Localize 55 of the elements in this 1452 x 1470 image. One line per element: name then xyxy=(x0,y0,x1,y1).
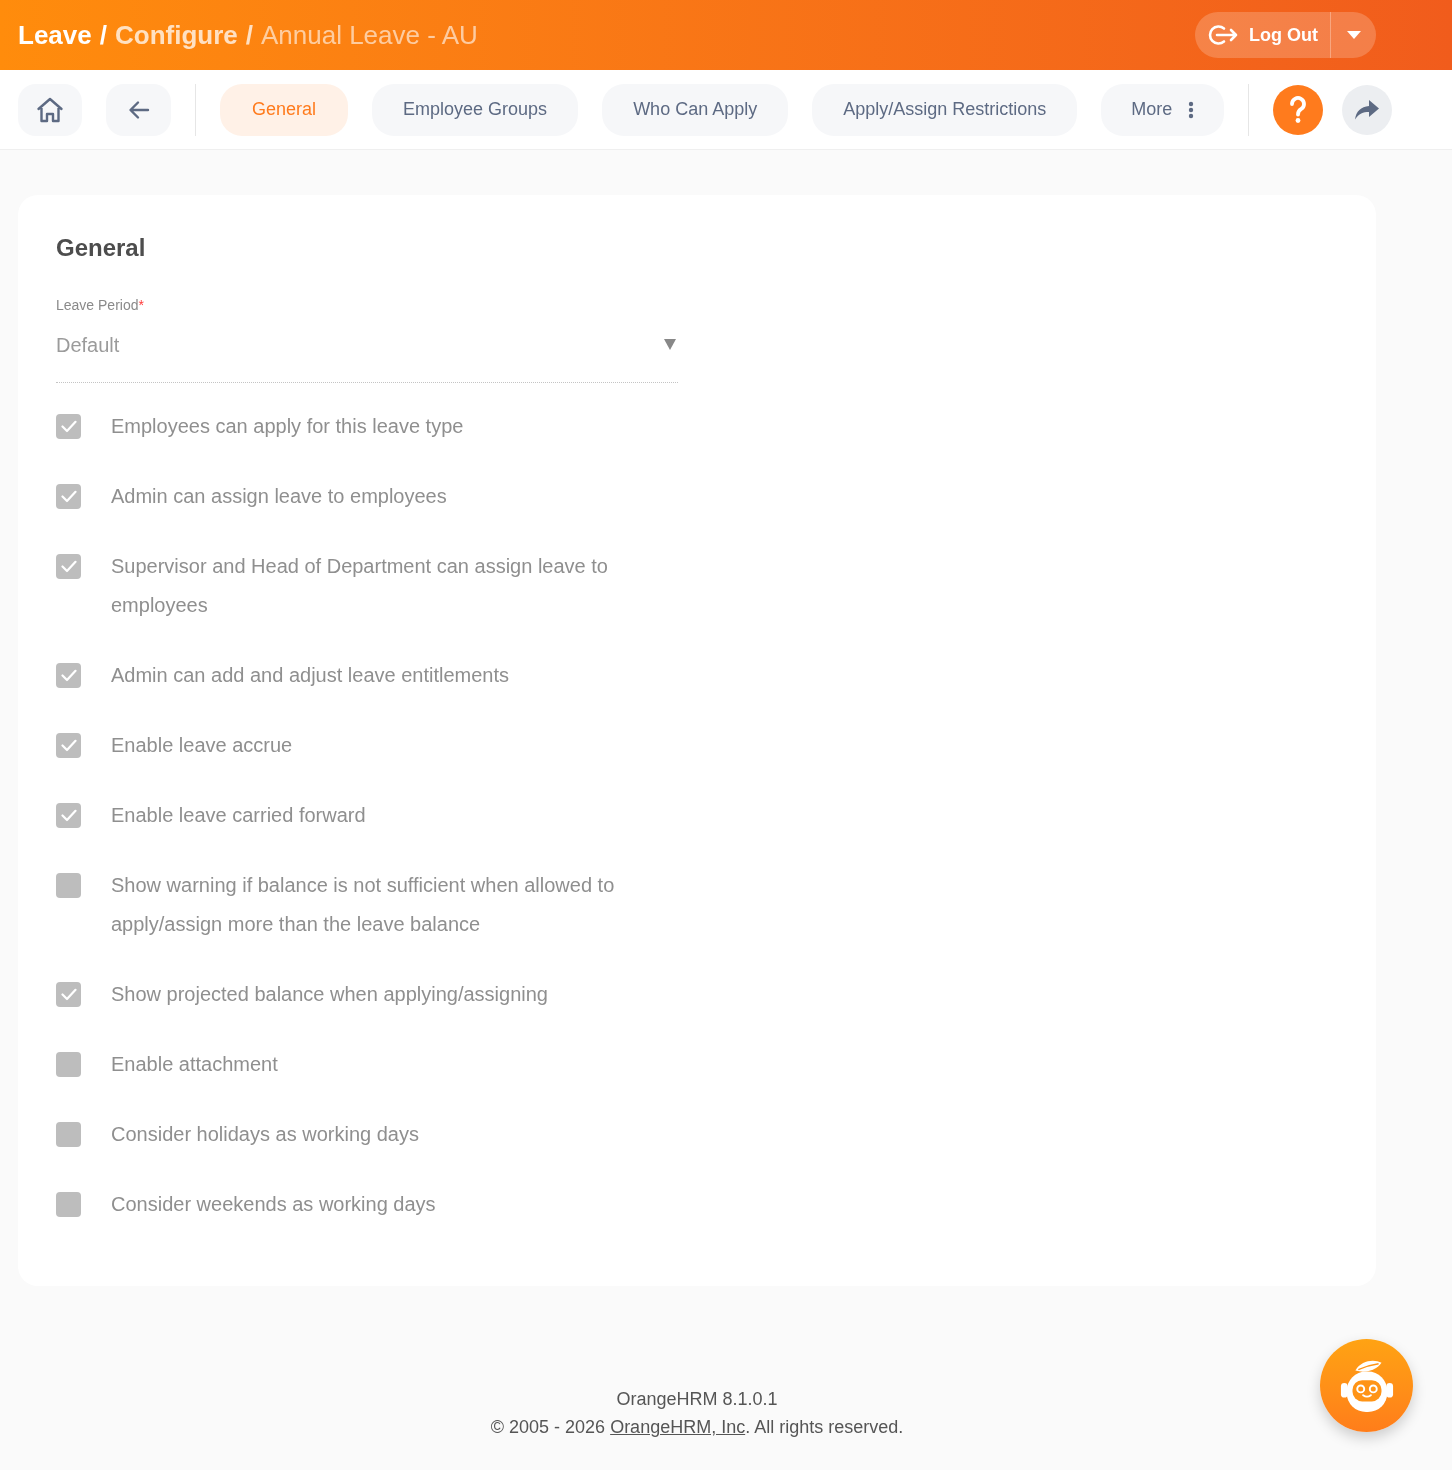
dropdown-arrow-icon xyxy=(664,339,676,350)
checkbox[interactable] xyxy=(56,663,81,688)
checkbox-label: Consider weekends as working days xyxy=(111,1192,436,1217)
more-button[interactable]: More xyxy=(1101,83,1225,136)
tab[interactable]: Employee Groups xyxy=(372,83,579,136)
check-icon xyxy=(60,669,77,682)
breadcrumb-separator: / xyxy=(99,19,107,52)
checkbox[interactable] xyxy=(56,554,81,579)
back-arrow-icon xyxy=(127,99,150,120)
checkbox[interactable] xyxy=(56,1052,81,1077)
home-button[interactable] xyxy=(18,83,82,136)
checkbox-label: Show warning if balance is not sufficient when allowed to apply/assign more than the leave balance xyxy=(111,873,616,937)
checkbox[interactable] xyxy=(56,414,81,439)
breadcrumb-current: Annual Leave - AU xyxy=(260,19,478,52)
checkbox-label: Enable leave carried forward xyxy=(111,803,366,828)
breadcrumb-separator: / xyxy=(245,19,253,52)
field-label: Leave Period* xyxy=(56,296,144,314)
check-icon xyxy=(60,988,77,1001)
check-icon xyxy=(60,739,77,752)
checkbox[interactable] xyxy=(56,484,81,509)
checkbox-label: Consider holidays as working days xyxy=(111,1122,419,1147)
checkbox-label: Employees can apply for this leave type xyxy=(111,414,464,439)
checkbox[interactable] xyxy=(56,873,81,898)
company-link[interactable]: OrangeHRM, Inc xyxy=(610,1417,746,1437)
checkbox-label: Show projected balance when applying/assigning xyxy=(111,982,548,1007)
home-icon xyxy=(36,95,64,124)
checkbox[interactable] xyxy=(56,803,81,828)
checkbox[interactable] xyxy=(56,1192,81,1217)
select-field[interactable]: Default xyxy=(56,314,678,383)
checkbox-label: Supervisor and Head of Department can assign leave to employees xyxy=(111,554,609,618)
check-icon xyxy=(60,560,77,573)
logout-icon xyxy=(1207,23,1239,47)
check-icon xyxy=(60,809,77,822)
help-icon xyxy=(1289,95,1308,124)
back-button[interactable] xyxy=(106,83,171,136)
caret-down-icon xyxy=(1346,31,1361,39)
kebab-icon xyxy=(1188,100,1195,119)
version-text: OrangeHRM 8.1.0.1 xyxy=(616,1388,778,1411)
dropdown-button[interactable] xyxy=(1330,12,1376,58)
checkbox-label: Enable attachment xyxy=(111,1052,278,1077)
copyright-text: © 2005 - 2026 OrangeHRM, Inc. All rights reserved. xyxy=(490,1416,904,1439)
tab[interactable]: Who Can Apply xyxy=(602,83,789,136)
check-icon xyxy=(60,420,77,433)
share-arrow-icon xyxy=(1354,98,1381,121)
checkbox-label: Enable leave accrue xyxy=(111,733,293,758)
checkbox[interactable] xyxy=(56,982,81,1007)
chatbot-button[interactable] xyxy=(1320,1339,1413,1432)
section-title: General xyxy=(56,233,146,263)
checkbox[interactable] xyxy=(56,733,81,758)
logout-button[interactable]: Log Out xyxy=(1195,12,1330,58)
check-icon xyxy=(60,490,77,503)
checkbox[interactable] xyxy=(56,1122,81,1147)
checkbox-label: Admin can add and adjust leave entitlements xyxy=(111,663,510,688)
tab[interactable]: Apply/Assign Restrictions xyxy=(812,83,1078,136)
checkbox-label: Admin can assign leave to employees xyxy=(111,484,447,509)
